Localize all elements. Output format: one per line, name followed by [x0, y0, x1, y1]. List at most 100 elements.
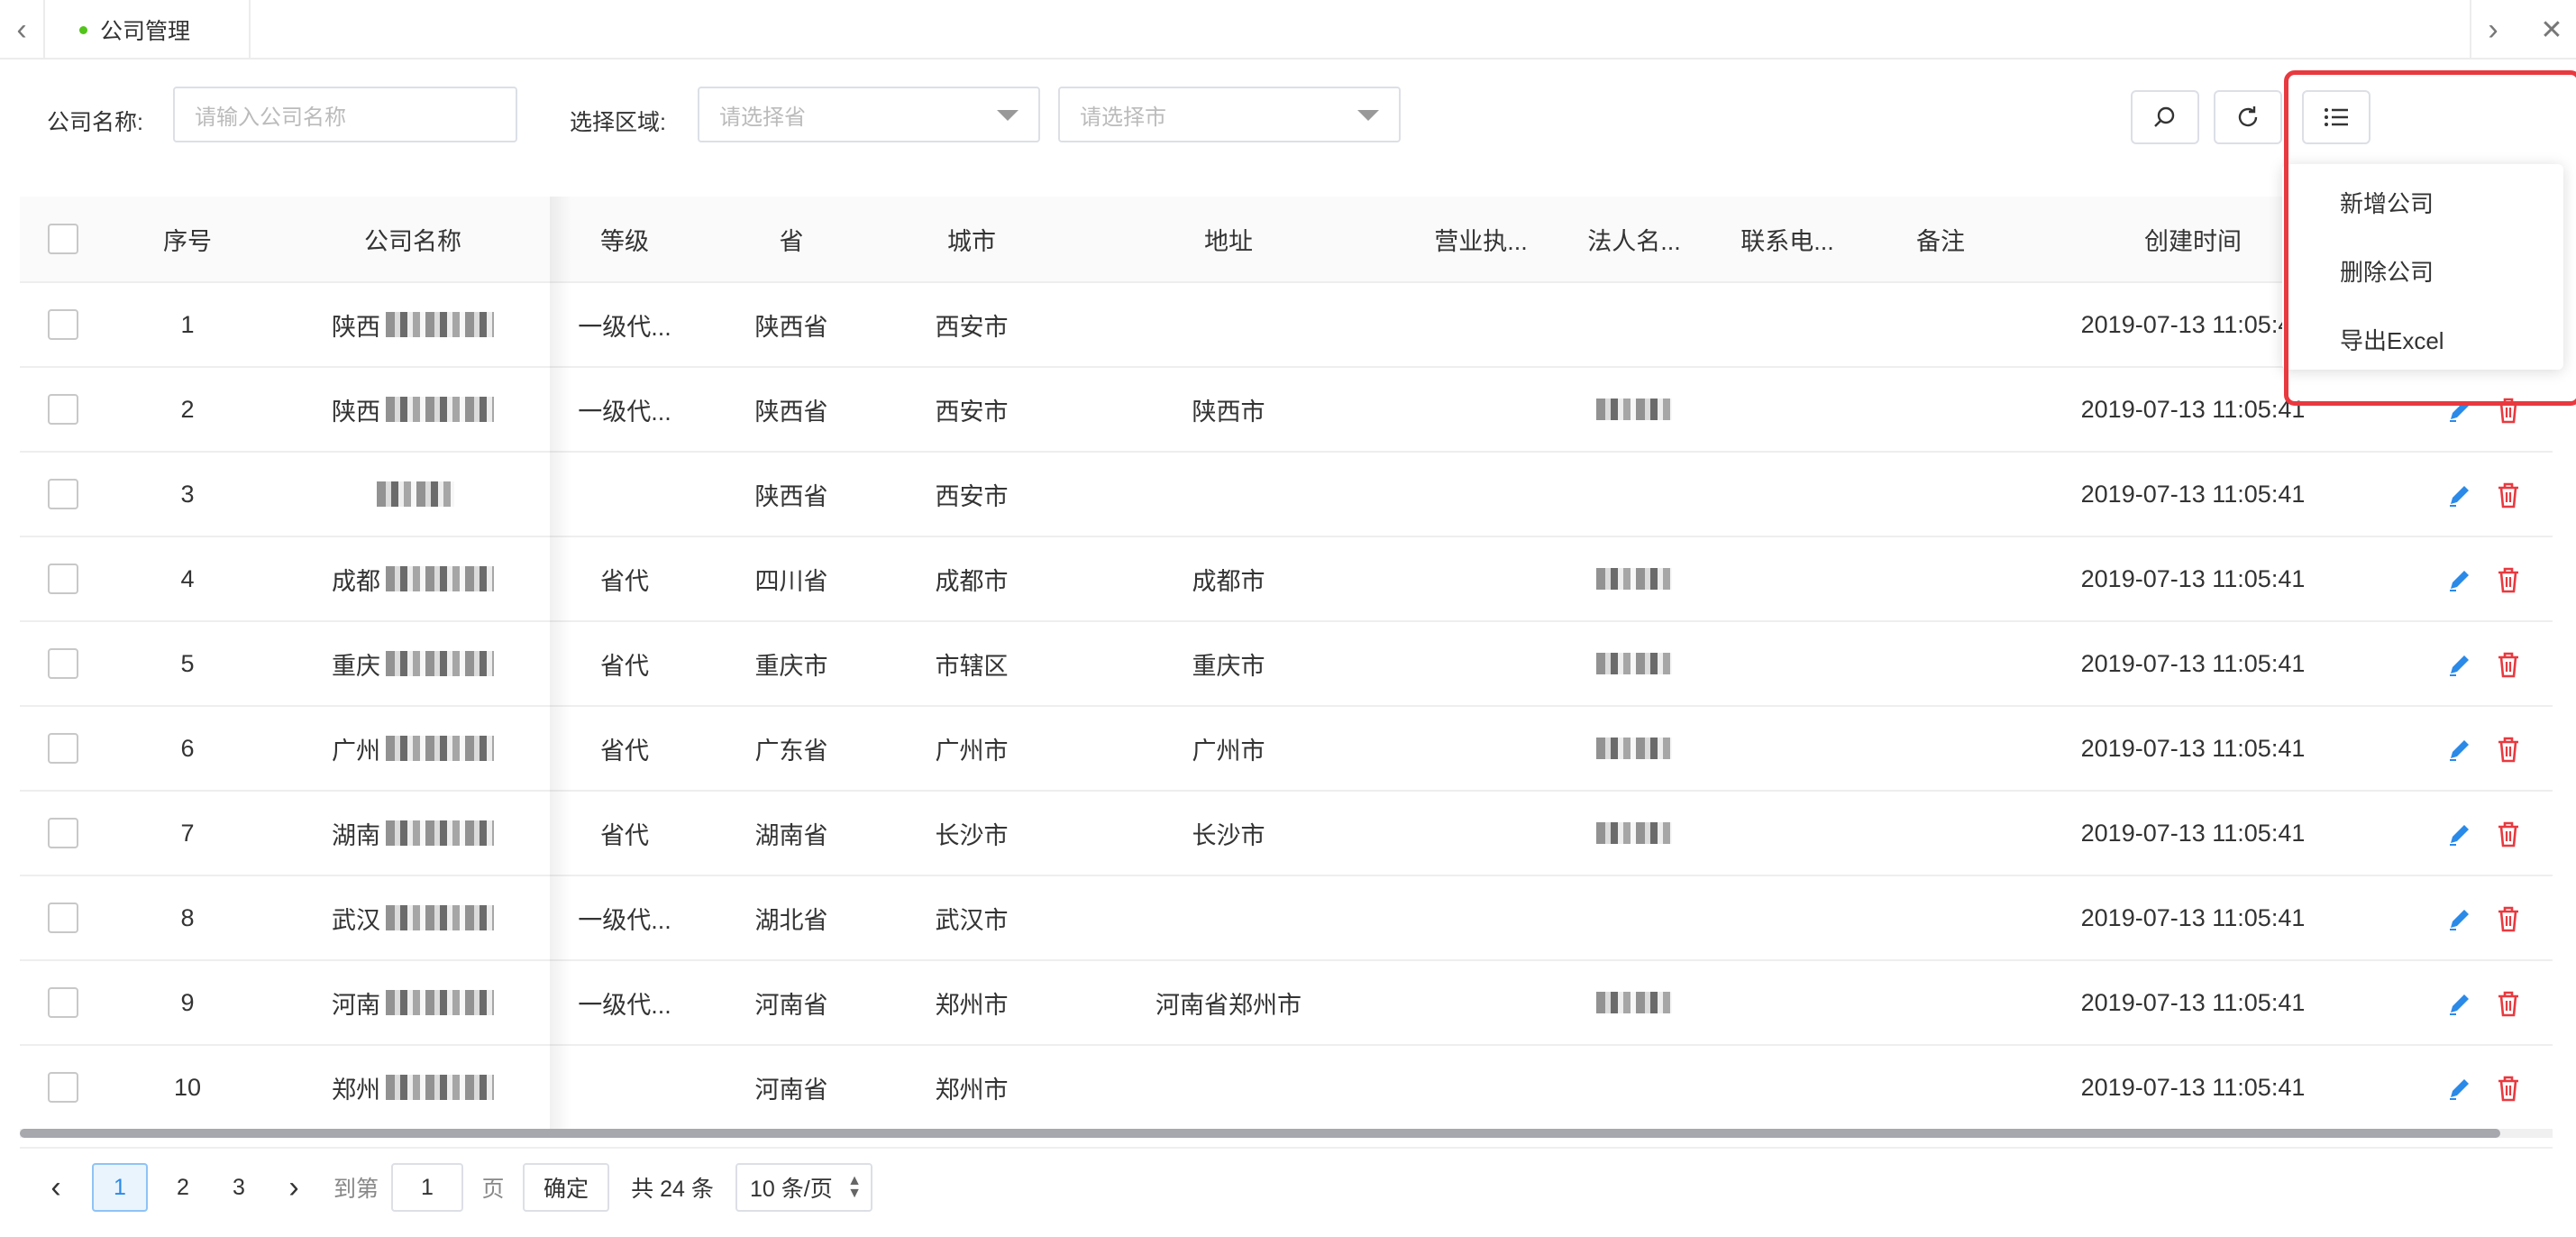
header-license: 营业执... [1434, 227, 1528, 255]
cell-no: 10 [173, 1073, 202, 1101]
row-checkbox-cell[interactable] [20, 961, 106, 1044]
next-page-icon[interactable]: › [276, 1163, 312, 1212]
cell-legal-person [1557, 368, 1711, 451]
row-checkbox-cell[interactable] [20, 368, 106, 451]
horizontal-scrollbar-thumb[interactable] [20, 1129, 2500, 1138]
cell-level [557, 1046, 692, 1129]
delete-icon[interactable] [2493, 734, 2524, 765]
table-row: 8 武汉 一级代... 湖北省 武汉市 2019-07-13 11:05:41 [20, 876, 2553, 961]
select-all-checkbox[interactable] [48, 224, 78, 254]
row-checkbox-cell[interactable] [20, 283, 106, 366]
page-1-button[interactable]: 1 [92, 1163, 148, 1212]
delete-icon[interactable] [2493, 395, 2524, 426]
edit-icon[interactable] [2444, 395, 2475, 426]
delete-icon[interactable] [2493, 480, 2524, 510]
row-checkbox-cell[interactable] [20, 537, 106, 620]
close-icon[interactable]: ✕ [2529, 0, 2574, 60]
tab-company-management[interactable]: 公司管理 [47, 0, 251, 60]
search-button[interactable] [2131, 90, 2199, 144]
delete-icon[interactable] [2493, 1073, 2524, 1104]
cell-no: 5 [180, 649, 195, 677]
row-checkbox[interactable] [48, 818, 78, 848]
row-checkbox[interactable] [48, 903, 78, 933]
row-checkbox-cell[interactable] [20, 1046, 106, 1129]
row-checkbox-cell[interactable] [20, 792, 106, 875]
edit-icon[interactable] [2444, 1073, 2475, 1104]
cell-address: 河南省郑州市 [1156, 991, 1302, 1019]
cell-created: 2019-07-13 11:05:41 [2080, 734, 2306, 762]
search-icon [2154, 106, 2175, 127]
table-row: 9 河南 一级代... 河南省 郑州市 河南省郑州市 2019-07-13 11:05:41 [20, 961, 2553, 1046]
row-checkbox[interactable] [48, 564, 78, 594]
select-arrows-icon: ▲ ▼ [847, 1173, 862, 1201]
row-checkbox-cell[interactable] [20, 707, 106, 790]
column-menu-button[interactable] [2302, 90, 2370, 144]
row-checkbox-cell[interactable] [20, 453, 106, 536]
cell-level: 省代 [600, 652, 649, 680]
company-name-input[interactable]: 请输入公司名称 [173, 87, 517, 142]
company-name-label: 公司名称: [47, 110, 143, 135]
row-checkbox-cell[interactable] [20, 876, 106, 959]
row-checkbox[interactable] [48, 987, 78, 1018]
table-header: 序号 公司名称 等级 省 城市 地址 营业执... 法人名... 联系电... … [20, 197, 2553, 283]
page-size-select[interactable]: 10 条/页 ▲ ▼ [735, 1163, 872, 1212]
redacted-name-block [386, 820, 494, 846]
row-checkbox[interactable] [48, 733, 78, 764]
company-name-text: 河南 [332, 991, 380, 1019]
confirm-button[interactable]: 确定 [523, 1163, 609, 1212]
tab-scroll-right-icon[interactable]: › [2470, 0, 2515, 60]
header-remark: 备注 [1916, 227, 1965, 255]
prev-page-icon[interactable]: ‹ [38, 1163, 74, 1212]
menu-item-delete-company[interactable]: 删除公司 [2340, 254, 2434, 288]
tab-label: 公司管理 [100, 19, 191, 44]
row-checkbox-cell[interactable] [20, 622, 106, 705]
tab-scroll-left-icon[interactable]: ‹ [0, 0, 45, 60]
cell-name [269, 453, 557, 536]
row-checkbox[interactable] [48, 648, 78, 679]
edit-icon[interactable] [2444, 649, 2475, 680]
page-3-button[interactable]: 3 [211, 1163, 267, 1212]
edit-icon[interactable] [2444, 734, 2475, 765]
menu-item-export-excel[interactable]: 导出Excel [2340, 323, 2444, 356]
edit-icon[interactable] [2444, 480, 2475, 510]
cell-level: 省代 [600, 567, 649, 595]
row-checkbox[interactable] [48, 394, 78, 425]
cell-legal-person [1557, 961, 1711, 1044]
cell-address: 重庆市 [1192, 652, 1265, 680]
delete-icon[interactable] [2493, 903, 2524, 934]
row-checkbox[interactable] [48, 1072, 78, 1103]
page-2-button[interactable]: 2 [155, 1163, 211, 1212]
delete-icon[interactable] [2493, 564, 2524, 595]
city-select[interactable]: 请选择市 [1058, 87, 1401, 142]
row-checkbox[interactable] [48, 479, 78, 509]
delete-icon[interactable] [2493, 988, 2524, 1019]
cell-name: 重庆 [269, 622, 557, 705]
list-menu-icon [2325, 108, 2348, 126]
cell-province: 广东省 [754, 737, 828, 765]
province-select[interactable]: 请选择省 [698, 87, 1040, 142]
menu-item-add-company[interactable]: 新增公司 [2340, 186, 2434, 219]
refresh-button[interactable] [2214, 90, 2282, 144]
cell-name: 陕西 [269, 283, 557, 366]
table-row: 6 广州 省代 广东省 广州市 广州市 2019-07-13 11:05:41 [20, 707, 2553, 792]
edit-icon[interactable] [2444, 819, 2475, 849]
edit-icon[interactable] [2444, 988, 2475, 1019]
company-name-text: 陕西 [332, 313, 380, 341]
cell-level: 省代 [600, 821, 649, 849]
header-phone: 联系电... [1740, 227, 1834, 255]
cell-level: 一级代... [578, 313, 671, 341]
select-all-checkbox-cell[interactable] [20, 197, 106, 281]
edit-icon[interactable] [2444, 564, 2475, 595]
edit-icon[interactable] [2444, 903, 2475, 934]
row-checkbox[interactable] [48, 309, 78, 340]
cell-city: 成都市 [935, 567, 1009, 595]
cell-no: 1 [180, 310, 195, 338]
cell-name: 河南 [269, 961, 557, 1044]
delete-icon[interactable] [2493, 819, 2524, 849]
cell-name: 成都 [269, 537, 557, 620]
header-level: 等级 [600, 227, 649, 255]
cell-legal-person [1557, 622, 1711, 705]
cell-name: 郑州 [269, 1046, 557, 1129]
delete-icon[interactable] [2493, 649, 2524, 680]
goto-page-input[interactable]: 1 [391, 1163, 463, 1212]
